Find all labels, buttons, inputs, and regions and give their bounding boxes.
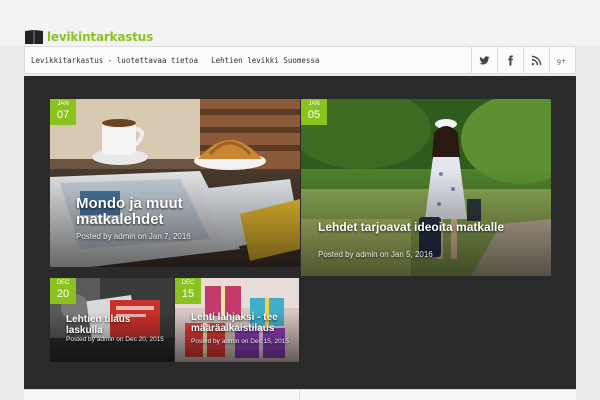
svg-text:g+: g+: [557, 57, 566, 64]
post-day: 07: [56, 109, 70, 121]
post-meta: Posted by admin on Dec 15, 2015: [191, 338, 289, 345]
post-card[interactable]: DEC 15 Lehti lahjaksi - tee määräaikaist…: [175, 278, 299, 362]
twitter-button[interactable]: [471, 47, 497, 73]
post-day: 20: [56, 288, 70, 300]
post-title[interactable]: Lehtien tilaus laskulla: [66, 314, 166, 336]
google-plus-icon: g+: [557, 57, 566, 64]
post-title[interactable]: Mondo ja muut matkalehdet: [76, 196, 236, 228]
post-title[interactable]: Lehti lahjaksi - tee määräaikaistilaus: [191, 312, 297, 334]
post-month: DEC: [181, 280, 195, 286]
nav-item-levikkitarkastus[interactable]: Levikkitarkastus - luotettavaa tietoa: [31, 56, 198, 65]
widget-area: [24, 389, 576, 400]
site-title: levikintarkastus: [47, 30, 154, 44]
main-navigation: Levikkitarkastus - luotettavaa tietoa Le…: [24, 46, 576, 74]
post-month: JAN: [57, 101, 69, 107]
post-date-badge: DEC 15: [175, 278, 201, 304]
post-title[interactable]: Lehdet tarjoavat ideoita matkalle: [318, 221, 518, 234]
facebook-button[interactable]: [497, 47, 523, 73]
post-date-badge: DEC 20: [50, 278, 76, 304]
rss-icon: [531, 55, 542, 65]
post-meta: Posted by admin on Jan 5, 2016: [318, 250, 433, 259]
post-card[interactable]: JAN 05 Lehdet tarjoavat ideoita matkalle…: [301, 99, 551, 276]
nav-item-lehtien-levikki[interactable]: Lehtien levikki Suomessa: [211, 56, 319, 65]
post-meta: Posted by admin on Dec 20, 2015: [66, 336, 164, 343]
post-month: DEC: [56, 280, 70, 286]
post-card[interactable]: DEC 20 Lehtien tilaus laskulla Posted by…: [50, 278, 174, 362]
header: levikintarkastus: [0, 0, 600, 46]
featured-posts: JAN 07 Mondo ja muut matkalehdet Posted …: [24, 76, 576, 389]
google-plus-button[interactable]: g+: [549, 47, 575, 73]
post-card[interactable]: JAN 07 Mondo ja muut matkalehdet Posted …: [50, 99, 300, 267]
twitter-icon: [479, 55, 490, 64]
post-date-badge: JAN 05: [301, 99, 327, 125]
post-day: 15: [181, 288, 195, 300]
post-day: 05: [307, 109, 321, 121]
post-date-badge: JAN 07: [50, 99, 76, 125]
site-logo[interactable]: levikintarkastus: [24, 28, 153, 46]
social-links: g+: [471, 47, 575, 73]
rss-button[interactable]: [523, 47, 549, 73]
facebook-icon: [508, 54, 513, 66]
open-book-icon: [25, 30, 43, 44]
post-month: JAN: [308, 101, 320, 107]
post-meta: Posted by admin on Jan 7, 2016: [76, 232, 191, 241]
